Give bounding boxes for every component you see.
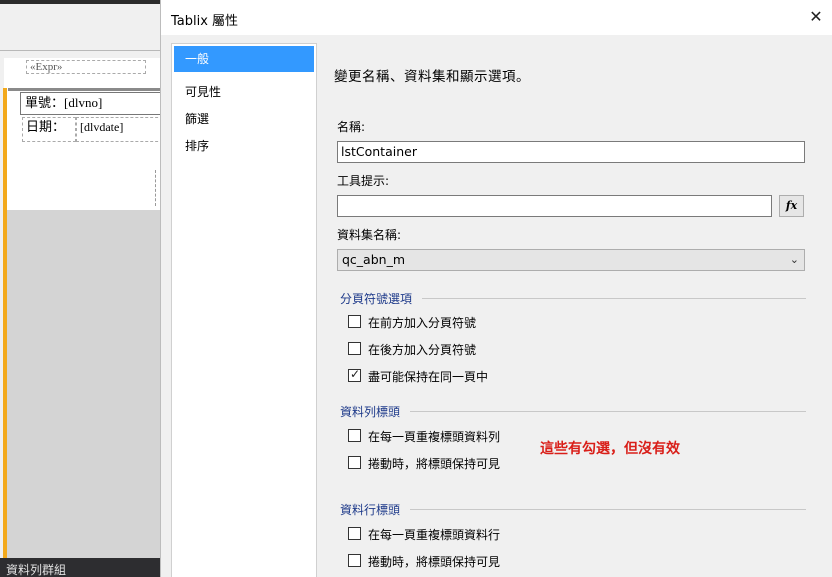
column-header-group: 資料行標頭 [340, 501, 806, 518]
tablix-header-handle[interactable] [8, 88, 168, 91]
checkbox-box[interactable] [348, 429, 361, 442]
dialog-titlebar[interactable]: Tablix 屬性 ✕ [161, 0, 832, 35]
checkbox-label: 在每一頁重複標頭資料列 [368, 430, 501, 444]
checkbox-box[interactable] [348, 554, 361, 567]
column-header-group-title: 資料行標頭 [340, 501, 411, 518]
annotation-note: 這些有勾選，但沒有效 [540, 441, 680, 457]
checkbox-label: 盡可能保持在同一頁中 [368, 370, 489, 384]
date-label-textbox[interactable]: 日期： [22, 117, 76, 142]
expression-placeholder[interactable]: «Expr» [26, 60, 146, 74]
designer-empty-area [4, 210, 168, 558]
row-header-group: 資料列標頭 [340, 403, 806, 420]
checkbox-label: 在前方加入分頁符號 [368, 316, 477, 330]
nav-item-filters[interactable]: 篩選 [174, 106, 314, 132]
checkbox-box[interactable] [348, 456, 361, 469]
checkbox-label: 在每一頁重複標頭資料行 [368, 528, 501, 542]
checkbox-label: 捲動時，將標頭保持可見 [368, 457, 501, 471]
report-designer-surface: «Expr» 單號：[dlvno] 日期： [dlvdate] 資料列群組 [0, 0, 168, 577]
nav-item-sorting[interactable]: 排序 [174, 133, 314, 159]
nav-item-visibility[interactable]: 可見性 [174, 79, 314, 105]
close-icon[interactable]: ✕ [799, 2, 832, 32]
page-break-group-title: 分頁符號選項 [340, 290, 423, 307]
order-number-textbox[interactable]: 單號：[dlvno] [20, 92, 168, 115]
dataset-select-value: qc_abn_m [342, 252, 406, 267]
chevron-down-icon: ⌄ [789, 253, 799, 266]
dialog-content: 一般 可見性 篩選 排序 變更名稱、資料集和顯示選項。 名稱: lstConta… [161, 35, 832, 577]
nav-item-general[interactable]: 一般 [174, 46, 314, 72]
expression-fx-button[interactable]: fx [779, 195, 804, 217]
checkbox-label: 在後方加入分頁符號 [368, 343, 477, 357]
designer-top-bar [0, 0, 168, 4]
tablix-properties-dialog: Tablix 屬性 ✕ 一般 可見性 篩選 排序 變更名稱、資料集和顯示選項。 … [160, 0, 832, 577]
checkbox-box[interactable] [348, 315, 361, 328]
checkbox-label: 捲動時，將標頭保持可見 [368, 555, 501, 569]
name-input[interactable]: lstContainer [337, 141, 805, 163]
dataset-label: 資料集名稱: [337, 228, 402, 242]
row-groups-panel-title: 資料列群組 [0, 558, 168, 577]
name-label: 名稱: [337, 120, 366, 134]
date-value-textbox[interactable]: [dlvdate] [76, 117, 168, 142]
property-pages-nav: 一般 可見性 篩選 排序 [171, 43, 317, 577]
tooltip-input[interactable] [337, 195, 772, 217]
checkbox-box[interactable] [348, 342, 361, 355]
tablix-selection-bar[interactable] [3, 88, 7, 558]
designer-divider [0, 50, 168, 51]
checkmark-icon: ✓ [350, 367, 361, 381]
checkbox-box[interactable]: ✓ [348, 367, 361, 382]
checkbox-box[interactable] [348, 527, 361, 540]
row-header-group-title: 資料列標頭 [340, 403, 411, 420]
tooltip-label: 工具提示: [337, 174, 390, 188]
dataset-select[interactable]: qc_abn_m ⌄ [337, 249, 805, 271]
general-page: 變更名稱、資料集和顯示選項。 名稱: lstContainer 工具提示: fx… [327, 35, 832, 577]
date-row: 日期： [dlvdate] [22, 117, 168, 142]
page-heading: 變更名稱、資料集和顯示選項。 [334, 69, 530, 85]
page-break-group: 分頁符號選項 [340, 290, 806, 307]
dialog-title: Tablix 屬性 [171, 14, 239, 29]
